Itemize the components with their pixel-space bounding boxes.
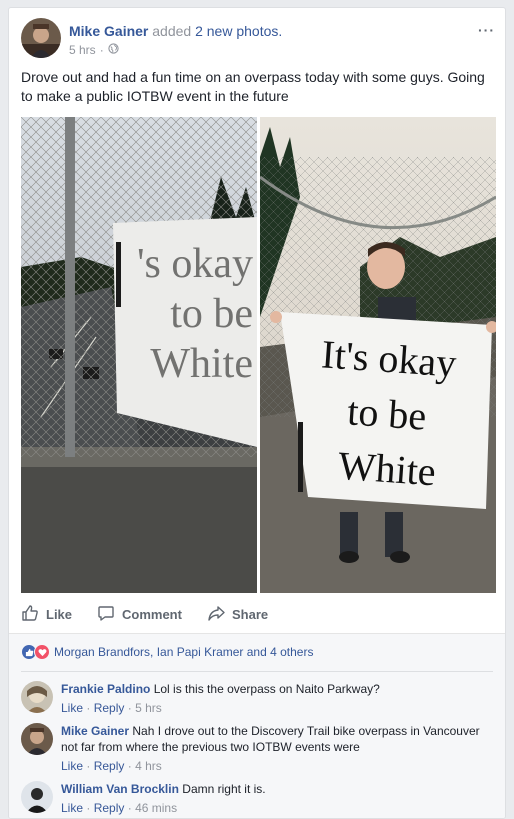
thumbs-up-icon: [21, 604, 39, 625]
comment-body: William Van Brocklin Damn right it is. L…: [61, 781, 491, 816]
comment-like-link[interactable]: Like: [61, 759, 83, 773]
commenter-name[interactable]: William Van Brocklin: [61, 782, 179, 796]
meta-separator: ·: [127, 759, 132, 773]
more-options-button[interactable]: ···: [478, 22, 495, 38]
author-avatar[interactable]: [21, 18, 61, 58]
comment-label: Comment: [122, 607, 182, 622]
photo2-banner-line2: to be: [346, 388, 428, 438]
comment-like-link[interactable]: Like: [61, 801, 83, 815]
like-label: Like: [46, 607, 73, 622]
meta-separator: ·: [86, 759, 91, 773]
comment-meta: Like · Reply · 4 hrs: [61, 758, 491, 774]
author-name[interactable]: Mike Gainer: [69, 23, 148, 39]
commenter-avatar[interactable]: [21, 723, 53, 755]
comment-time[interactable]: 4 hrs: [135, 759, 162, 773]
meta-separator: ·: [127, 801, 132, 815]
share-button[interactable]: Share: [207, 604, 268, 625]
comment-meta: Like · Reply · 46 mins: [61, 800, 491, 816]
comment-body: Mike Gainer Nah I drove out to the Disco…: [61, 723, 491, 774]
post-card: Mike Gainer added 2 new photos. 5 hrs · …: [8, 7, 506, 819]
photo-2[interactable]: It's okay to be White: [260, 117, 496, 593]
like-button[interactable]: Like: [21, 604, 72, 625]
post-header: Mike Gainer added 2 new photos. 5 hrs · …: [9, 8, 505, 68]
author-line: Mike Gainer added 2 new photos.: [69, 23, 282, 39]
photo1-banner-line1: 's okay: [137, 241, 253, 287]
commenter-name[interactable]: Frankie Paldino: [61, 682, 150, 696]
author-avatar-image: [21, 18, 61, 58]
comment-bubble-icon: [97, 604, 115, 625]
photo-grid: 's okay to be White It's okay to be Whit…: [21, 117, 496, 593]
photo1-banner-line2: to be: [170, 291, 253, 337]
comment-reply-link[interactable]: Reply: [94, 701, 125, 715]
comment-reply-link[interactable]: Reply: [94, 801, 125, 815]
action-prefix: added: [152, 23, 192, 39]
globe-icon: [108, 43, 119, 57]
author-action: added 2 new photos.: [152, 23, 282, 39]
love-reaction-icon: [34, 644, 50, 660]
photo-2-image: It's okay to be White: [260, 117, 496, 593]
comments-section: Morgan Brandfors, Ian Papi Kramer and 4 …: [9, 634, 505, 818]
comment-meta: Like · Reply · 5 hrs: [61, 700, 491, 716]
meta-separator: ·: [86, 801, 91, 815]
comment-reply-link[interactable]: Reply: [94, 759, 125, 773]
photo-1-image: 's okay to be White: [21, 117, 257, 593]
post-text: Drove out and had a fun time on an overp…: [21, 69, 485, 104]
commenter-avatar[interactable]: [21, 781, 53, 813]
comment-body: Frankie Paldino Lol is this the overpass…: [61, 681, 491, 716]
comment-like-link[interactable]: Like: [61, 701, 83, 715]
comments-divider: [21, 671, 493, 672]
commenter-avatar[interactable]: [21, 681, 53, 713]
reactions-summary[interactable]: Morgan Brandfors, Ian Papi Kramer and 4 …: [21, 644, 313, 660]
commenter-name[interactable]: Mike Gainer: [61, 724, 129, 738]
photo-1[interactable]: 's okay to be White: [21, 117, 257, 593]
comment-text: Damn right it is.: [182, 782, 266, 796]
post-meta: 5 hrs ·: [69, 43, 119, 57]
comment-button[interactable]: Comment: [97, 604, 182, 625]
share-arrow-icon: [207, 604, 225, 625]
comment-time[interactable]: 5 hrs: [135, 701, 162, 715]
meta-separator: ·: [86, 701, 91, 715]
photo2-banner-line1: It's okay: [320, 331, 458, 385]
comment-text: Lol is this the overpass on Naito Parkwa…: [153, 682, 380, 696]
share-label: Share: [232, 607, 269, 622]
action-bar: Like Comment Share: [9, 596, 505, 634]
photo2-banner-line3: White: [337, 443, 438, 495]
photo1-banner-line3: White: [150, 341, 253, 387]
comment-time[interactable]: 46 mins: [135, 801, 177, 815]
meta-separator: ·: [127, 701, 132, 715]
post-time[interactable]: 5 hrs: [69, 43, 96, 57]
reactions-names[interactable]: Morgan Brandfors, Ian Papi Kramer and 4 …: [54, 645, 313, 659]
meta-separator: ·: [99, 43, 104, 57]
action-link[interactable]: 2 new photos.: [195, 23, 282, 39]
